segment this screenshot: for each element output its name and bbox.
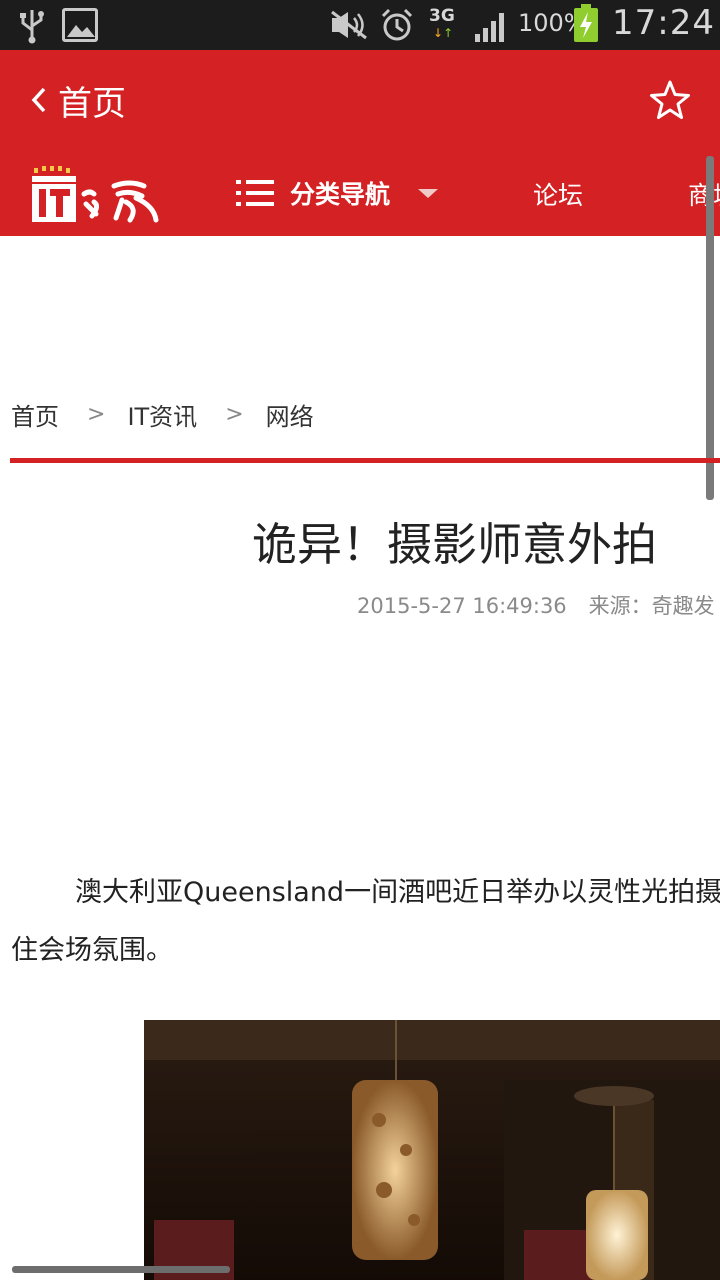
gallery-icon [62, 8, 98, 42]
breadcrumb-separator: > [87, 401, 106, 427]
article-paragraph: 澳大利亚Queensland一间酒吧近日举办以灵性光拍摄，想藉此捉住会场氛围。 [11, 877, 720, 966]
alarm-icon [381, 8, 413, 41]
breadcrumb-it-news[interactable]: IT资讯 [127, 397, 197, 432]
chevron-left-icon [31, 87, 46, 113]
nav-link-shop[interactable]: 商城 [688, 176, 720, 212]
back-button-label: 首页 [58, 83, 126, 124]
article-photo[interactable] [144, 1020, 720, 1280]
usb-icon [20, 10, 44, 44]
app-bar: 首页 [0, 50, 720, 150]
site-nav: 分类导航 论坛 商城 [0, 150, 720, 236]
category-nav-button[interactable]: 分类导航 [236, 166, 439, 220]
caret-down-icon [418, 188, 439, 198]
ithome-logo[interactable] [30, 164, 162, 224]
battery-charging-icon [574, 4, 598, 42]
data-activity-icon: ↓↑ [433, 26, 454, 40]
mute-icon [331, 10, 367, 40]
status-bar: 3G ↓↑ 100% 17:24 [0, 0, 720, 50]
article-title-container: 诡异！摄影师意外拍 [0, 508, 720, 578]
star-outline-icon[interactable] [648, 78, 692, 122]
signal-icon [475, 13, 504, 42]
vertical-scrollbar[interactable] [706, 156, 714, 500]
breadcrumb: 首页 > IT资讯 > 网络 [11, 394, 314, 434]
category-nav-label: 分类导航 [290, 180, 391, 209]
article-date: 2015-5-27 16:49:36 [357, 594, 567, 618]
network-type: 3G [429, 6, 455, 26]
back-button[interactable]: 首页 [28, 70, 126, 130]
divider [10, 458, 720, 463]
breadcrumb-home[interactable]: 首页 [11, 397, 59, 432]
article-source: 来源：奇趣发 [588, 594, 715, 618]
article-title: 诡异！摄影师意外拍 [252, 518, 658, 571]
article-meta: 2015-5-27 16:49:36 来源：奇趣发 [0, 590, 720, 624]
nav-link-forum[interactable]: 论坛 [533, 176, 583, 212]
list-menu-icon [236, 180, 274, 206]
breadcrumb-separator: > [225, 401, 244, 427]
breadcrumb-network[interactable]: 网络 [266, 397, 314, 432]
clock: 17:24 [612, 3, 715, 43]
article-body: 澳大利亚Queensland一间酒吧近日举办以灵性光拍摄，想藉此捉住会场氛围。 [0, 864, 720, 984]
horizontal-scrollbar[interactable] [12, 1266, 230, 1273]
